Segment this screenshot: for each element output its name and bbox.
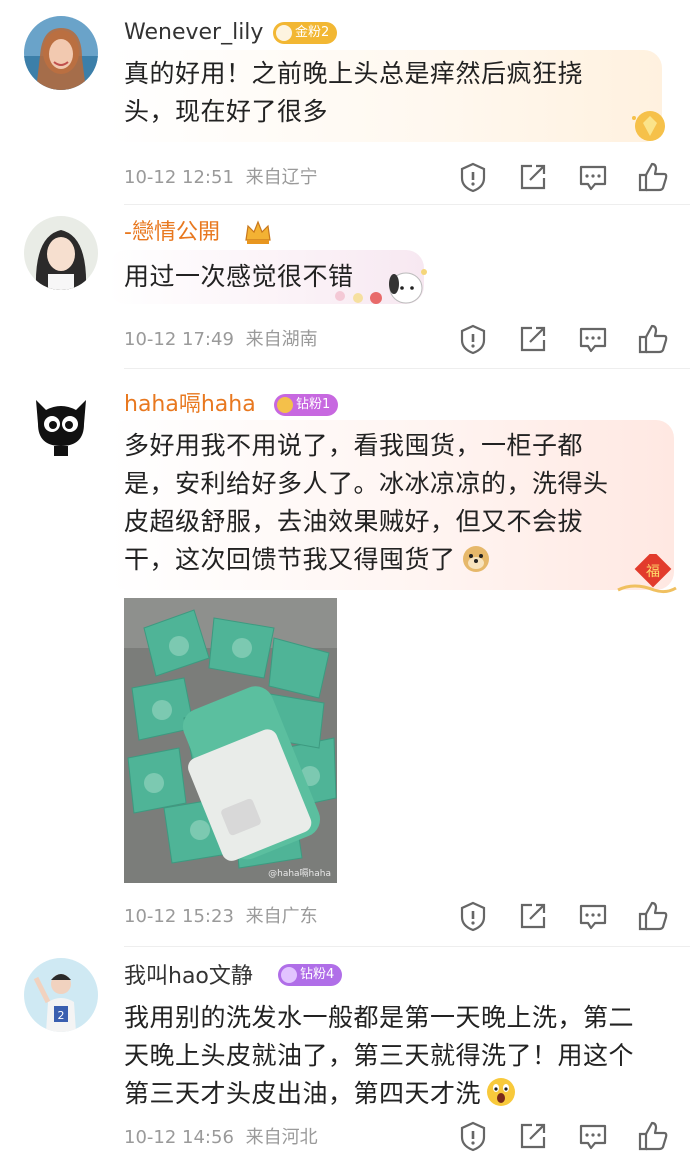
- fan-badge-label: 钻粉1: [296, 397, 331, 412]
- svg-text:福: 福: [646, 564, 660, 580]
- gold-medal-icon: [632, 111, 665, 141]
- comment-time: 10-12 15:23: [124, 906, 234, 927]
- fan-badge-label: 金粉2: [295, 25, 330, 40]
- comment-location: 来自广东: [245, 906, 318, 927]
- avatar[interactable]: 2: [24, 958, 98, 1032]
- reply-icon[interactable]: [576, 1119, 610, 1153]
- gold-fan-icon: [276, 25, 292, 41]
- svg-text:2: 2: [58, 1009, 65, 1022]
- divider: [124, 204, 690, 205]
- crown-icon: [277, 397, 293, 413]
- comment-text-fragment: 干，这次回馈节我又得囤货了: [124, 545, 456, 574]
- username[interactable]: haha嗝haha: [124, 390, 256, 420]
- report-icon[interactable]: [456, 322, 490, 356]
- username[interactable]: -戀情公開: [124, 218, 220, 248]
- image-watermark: @haha嗝haha: [268, 869, 331, 879]
- fortune-icon: 福: [617, 554, 677, 594]
- comment-time: 10-12 12:51: [124, 167, 234, 188]
- share-icon[interactable]: [516, 322, 550, 356]
- comment-image[interactable]: @haha嗝haha: [124, 598, 337, 883]
- fan-badge: 金粉2: [273, 22, 338, 44]
- avatar[interactable]: [24, 16, 98, 90]
- comment-location: 来自湖南: [245, 329, 318, 350]
- comment-meta: 10-12 14:56 来自河北: [124, 1126, 318, 1150]
- reply-icon[interactable]: [576, 899, 610, 933]
- avatar[interactable]: [24, 216, 98, 290]
- reply-icon[interactable]: [576, 322, 610, 356]
- share-icon[interactable]: [516, 899, 550, 933]
- fan-badge: 钻粉4: [278, 964, 343, 986]
- comment-text-line: 真的好用！之前晚上头总是痒然后疯狂挠: [124, 59, 584, 88]
- comment-text-line: 我用别的洗发水一般都是第一天晚上洗，第二: [124, 1003, 635, 1032]
- comment-text: 多好用我不用说了，看我囤货，一柜子都 是，安利给好多人了。冰冰凉凉的，洗得头 皮…: [124, 427, 674, 579]
- username[interactable]: 我叫hao文静: [124, 962, 253, 992]
- crown-icon: [245, 220, 271, 244]
- comment-location: 来自河北: [245, 1127, 318, 1148]
- share-icon[interactable]: [516, 160, 550, 194]
- divider: [124, 946, 690, 947]
- like-icon[interactable]: [636, 1119, 670, 1153]
- comment-time: 10-12 14:56: [124, 1127, 234, 1148]
- comment-text-fragment: 第三天才头皮出油，第四天才洗: [124, 1079, 482, 1108]
- pochacco-sticker-icon: [335, 269, 427, 304]
- comment-time: 10-12 17:49: [124, 329, 234, 350]
- reply-icon[interactable]: [576, 160, 610, 194]
- diamond-icon: [281, 967, 297, 983]
- comment-text: 我用别的洗发水一般都是第一天晚上洗，第二 天晚上头皮就油了，第三天就得洗了！用这…: [124, 999, 684, 1113]
- comment-text-line: 天晚上头皮就油了，第三天就得洗了！用这个: [124, 1041, 635, 1070]
- username[interactable]: Wenever_lily: [124, 18, 263, 48]
- comment-text: 真的好用！之前晚上头总是痒然后疯狂挠 头，现在好了很多: [124, 55, 664, 131]
- report-icon[interactable]: [456, 1119, 490, 1153]
- fan-badge: 钻粉1: [274, 394, 339, 416]
- avatar[interactable]: [24, 384, 98, 458]
- surprised-emoji-icon: [487, 1078, 516, 1106]
- comment-text-line: 头，现在好了很多: [124, 97, 329, 126]
- comment-text-line: 干，这次回馈节我又得囤货了: [124, 541, 674, 579]
- comment-text-line: 第三天才头皮出油，第四天才洗: [124, 1075, 684, 1113]
- comment-location: 来自辽宁: [245, 167, 318, 188]
- comment-meta: 10-12 15:23 来自广东: [124, 905, 318, 929]
- like-icon[interactable]: [636, 899, 670, 933]
- comment-actions: [456, 1119, 668, 1155]
- comment-actions: [456, 899, 668, 935]
- comment-text-line: 皮超级舒服，去油效果贼好，但又不会拔: [124, 507, 584, 536]
- comment-actions: [456, 322, 668, 358]
- fan-badge-label: 钻粉4: [300, 967, 335, 982]
- comment-text-line: 是，安利给好多人了。冰冰凉凉的，洗得头: [124, 469, 609, 498]
- report-icon[interactable]: [456, 899, 490, 933]
- like-icon[interactable]: [636, 322, 670, 356]
- doge-emoji-icon: [462, 546, 489, 572]
- report-icon[interactable]: [456, 160, 490, 194]
- divider: [124, 368, 690, 369]
- comment-actions: [456, 160, 668, 196]
- comment-meta: 10-12 12:51 来自辽宁: [124, 166, 318, 190]
- comment-meta: 10-12 17:49 来自湖南: [124, 328, 318, 352]
- like-icon[interactable]: [636, 160, 670, 194]
- share-icon[interactable]: [516, 1119, 550, 1153]
- comment-text-line: 多好用我不用说了，看我囤货，一柜子都: [124, 431, 584, 460]
